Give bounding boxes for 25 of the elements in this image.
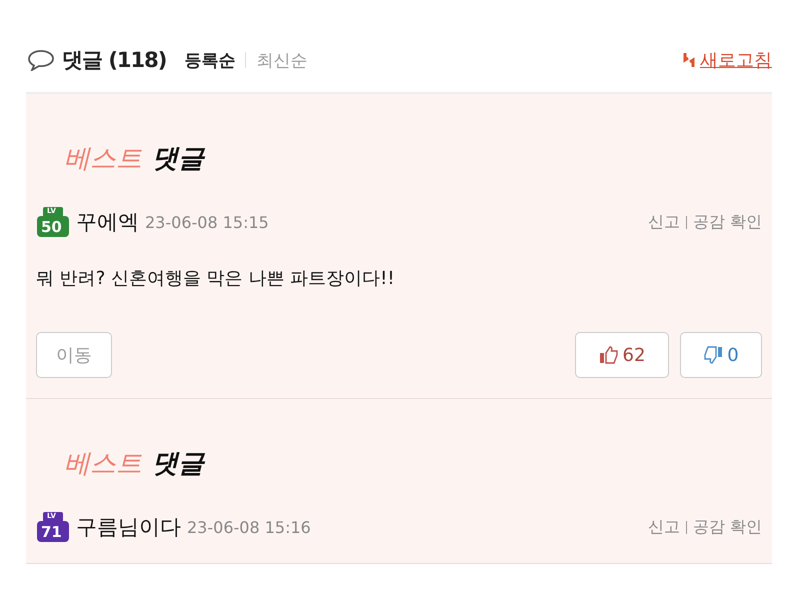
- comments-title: 댓글 (118): [62, 47, 166, 74]
- author-name: 구름님이다: [76, 514, 181, 541]
- comment-action-link[interactable]: 공감 확인: [692, 516, 762, 538]
- comment-action-link[interactable]: 신고: [648, 212, 680, 232]
- speech-bubble-icon: [26, 49, 56, 71]
- refresh-icon: [682, 51, 696, 69]
- comment-date: 23-06-08 15:15: [145, 212, 269, 232]
- author-name: 꾸에엑: [76, 209, 139, 236]
- sort-option[interactable]: 등록순: [184, 48, 236, 72]
- thumbs-down-icon: [703, 346, 724, 364]
- like-button[interactable]: 62: [575, 332, 669, 378]
- comment-action-link[interactable]: 공감 확인: [692, 212, 762, 232]
- level-number: 50: [41, 218, 62, 236]
- thumbs-up-icon: [598, 346, 619, 364]
- level-number: 71: [41, 523, 62, 541]
- best-label: 베스트: [64, 448, 142, 481]
- comment-text: 뭐 반려? 신혼여행을 막은 나쁜 파트장이다!!: [36, 267, 396, 290]
- comment-action-link[interactable]: 신고: [648, 516, 680, 538]
- move-button[interactable]: 이동: [36, 332, 112, 378]
- sort-option[interactable]: 최신순: [256, 48, 308, 72]
- best-label: 댓글: [152, 448, 204, 481]
- comment-date: 23-06-08 15:16: [187, 518, 311, 536]
- best-label: 댓글: [152, 143, 204, 176]
- best-label: 베스트: [64, 143, 142, 176]
- dislike-button[interactable]: 0: [680, 332, 762, 378]
